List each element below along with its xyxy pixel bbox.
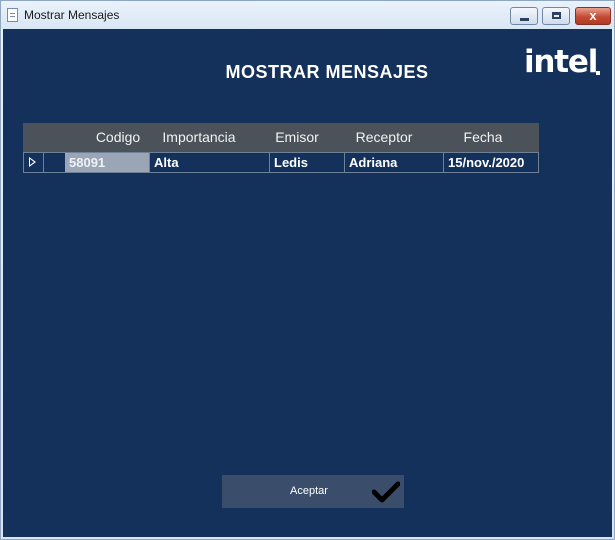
- maximize-button[interactable]: [542, 7, 570, 25]
- app-window: Mostrar Mensajes x MOSTRAR MENSAJES inte…: [0, 0, 615, 540]
- window-title: Mostrar Mensajes: [24, 8, 120, 22]
- accept-button-label: Aceptar: [290, 485, 328, 497]
- close-icon: x: [589, 8, 597, 23]
- document-icon: [7, 8, 18, 22]
- table-row[interactable]: 58091 Alta Ledis Adriana 15/nov./2020: [23, 152, 539, 173]
- cell-codigo[interactable]: 58091: [65, 153, 150, 172]
- accept-button[interactable]: Aceptar: [222, 475, 404, 508]
- row-header[interactable]: [24, 153, 44, 172]
- column-header-emisor[interactable]: Emisor: [265, 123, 329, 152]
- cell-fecha[interactable]: 15/nov./2020: [444, 153, 538, 172]
- grid-header: Codigo Importancia Emisor Receptor Fecha: [23, 123, 539, 152]
- triangle-right-icon: [29, 157, 36, 167]
- cell-importancia[interactable]: Alta: [150, 153, 270, 172]
- minimize-button[interactable]: [510, 7, 538, 25]
- cell-emisor[interactable]: Ledis: [270, 153, 345, 172]
- minimize-icon: [520, 18, 529, 21]
- column-header-importancia[interactable]: Importancia: [147, 123, 251, 152]
- logo-dot: [596, 71, 600, 75]
- title-bar[interactable]: Mostrar Mensajes x: [1, 1, 614, 29]
- messages-grid[interactable]: Codigo Importancia Emisor Receptor Fecha…: [23, 123, 539, 173]
- cell-receptor[interactable]: Adriana: [345, 153, 444, 172]
- intel-logo: intel: [524, 44, 598, 80]
- form-body: MOSTRAR MENSAJES intel Codigo Importanci…: [3, 29, 612, 537]
- column-header-receptor[interactable]: Receptor: [343, 123, 425, 152]
- maximize-icon: [552, 12, 561, 19]
- close-button[interactable]: x: [575, 7, 611, 25]
- checkmark-icon: [372, 481, 400, 503]
- column-header-fecha[interactable]: Fecha: [443, 123, 523, 152]
